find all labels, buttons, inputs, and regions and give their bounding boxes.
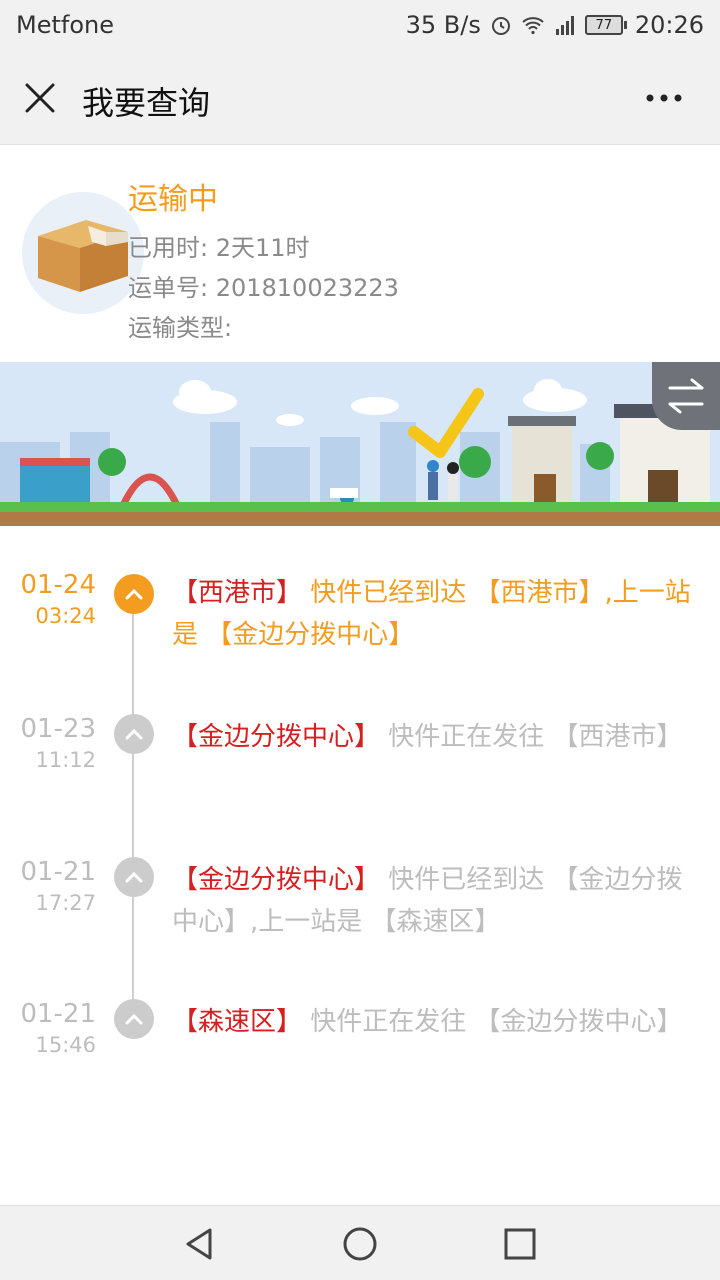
clock: 20:26 (634, 11, 704, 39)
chevron-up-icon (114, 714, 154, 754)
event-place: 【西港市】 (172, 578, 303, 608)
package-icon (22, 192, 144, 314)
swap-arrows-icon (668, 378, 704, 414)
event-date: 01-21 (20, 857, 96, 887)
battery-icon: 77 (584, 15, 627, 35)
status-bar: Metfone 35 B/s 77 20:26 (0, 0, 720, 50)
event-description: 【森速区】 快件正在发往 【金边分拨中心】 (172, 1001, 692, 1043)
chevron-up-icon (114, 999, 154, 1039)
battery-level: 77 (584, 15, 623, 35)
event-detail: 快件正在发往 【金边分拨中心】 (302, 1007, 683, 1037)
event-description: 【金边分拨中心】 快件已经到达 【金边分拨中心】,上一站是 【森速区】 (172, 859, 692, 943)
shipment-summary: 运输中 已用时: 2天11时 运单号: 201810023223 运输类型: (0, 146, 720, 362)
status-icons: 35 B/s 77 20:26 (406, 11, 704, 39)
event-place: 【金边分拨中心】 (172, 865, 381, 895)
event-date: 01-24 (20, 570, 96, 600)
alarm-icon (491, 17, 510, 35)
shipment-status: 运输中 (128, 182, 218, 217)
home-circle-icon[interactable] (340, 1224, 380, 1264)
event-time: 03:24 (35, 604, 96, 628)
page-title: 我要查询 (82, 84, 211, 122)
event-place: 【森速区】 (172, 1007, 303, 1037)
chevron-up-icon (114, 857, 154, 897)
system-nav-bar (0, 1205, 720, 1280)
timeline-line (132, 590, 134, 1020)
event-time: 11:12 (35, 748, 96, 772)
waybill-number: 运单号: 201810023223 (128, 274, 399, 302)
city-illustration (0, 362, 720, 526)
network-speed: 35 B/s (405, 11, 481, 39)
chevron-up-icon (114, 574, 154, 614)
event-place: 【金边分拨中心】 (172, 722, 381, 752)
event-description: 【金边分拨中心】 快件正在发往 【西港市】 (172, 716, 692, 758)
back-triangle-icon[interactable] (180, 1224, 220, 1264)
event-time: 17:27 (35, 891, 96, 915)
elapsed-time: 已用时: 2天11时 (128, 234, 310, 262)
close-icon[interactable] (22, 80, 58, 116)
event-detail: 快件正在发往 【西港市】 (380, 722, 683, 752)
more-options-icon[interactable] (644, 80, 684, 116)
event-date: 01-21 (20, 999, 96, 1029)
event-time: 15:46 (35, 1033, 96, 1057)
recents-square-icon[interactable] (500, 1224, 540, 1264)
transport-type: 运输类型: (128, 314, 233, 342)
switch-view-button[interactable] (652, 362, 720, 430)
signal-icon (555, 16, 574, 35)
title-bar: 我要查询 (0, 50, 720, 145)
event-date: 01-23 (20, 714, 96, 744)
delivery-banner (0, 362, 720, 526)
wifi-icon (522, 17, 544, 35)
carrier-name: Metfone (16, 11, 114, 39)
event-description: 【西港市】 快件已经到达 【西港市】,上一站是 【金边分拨中心】 (172, 572, 692, 656)
